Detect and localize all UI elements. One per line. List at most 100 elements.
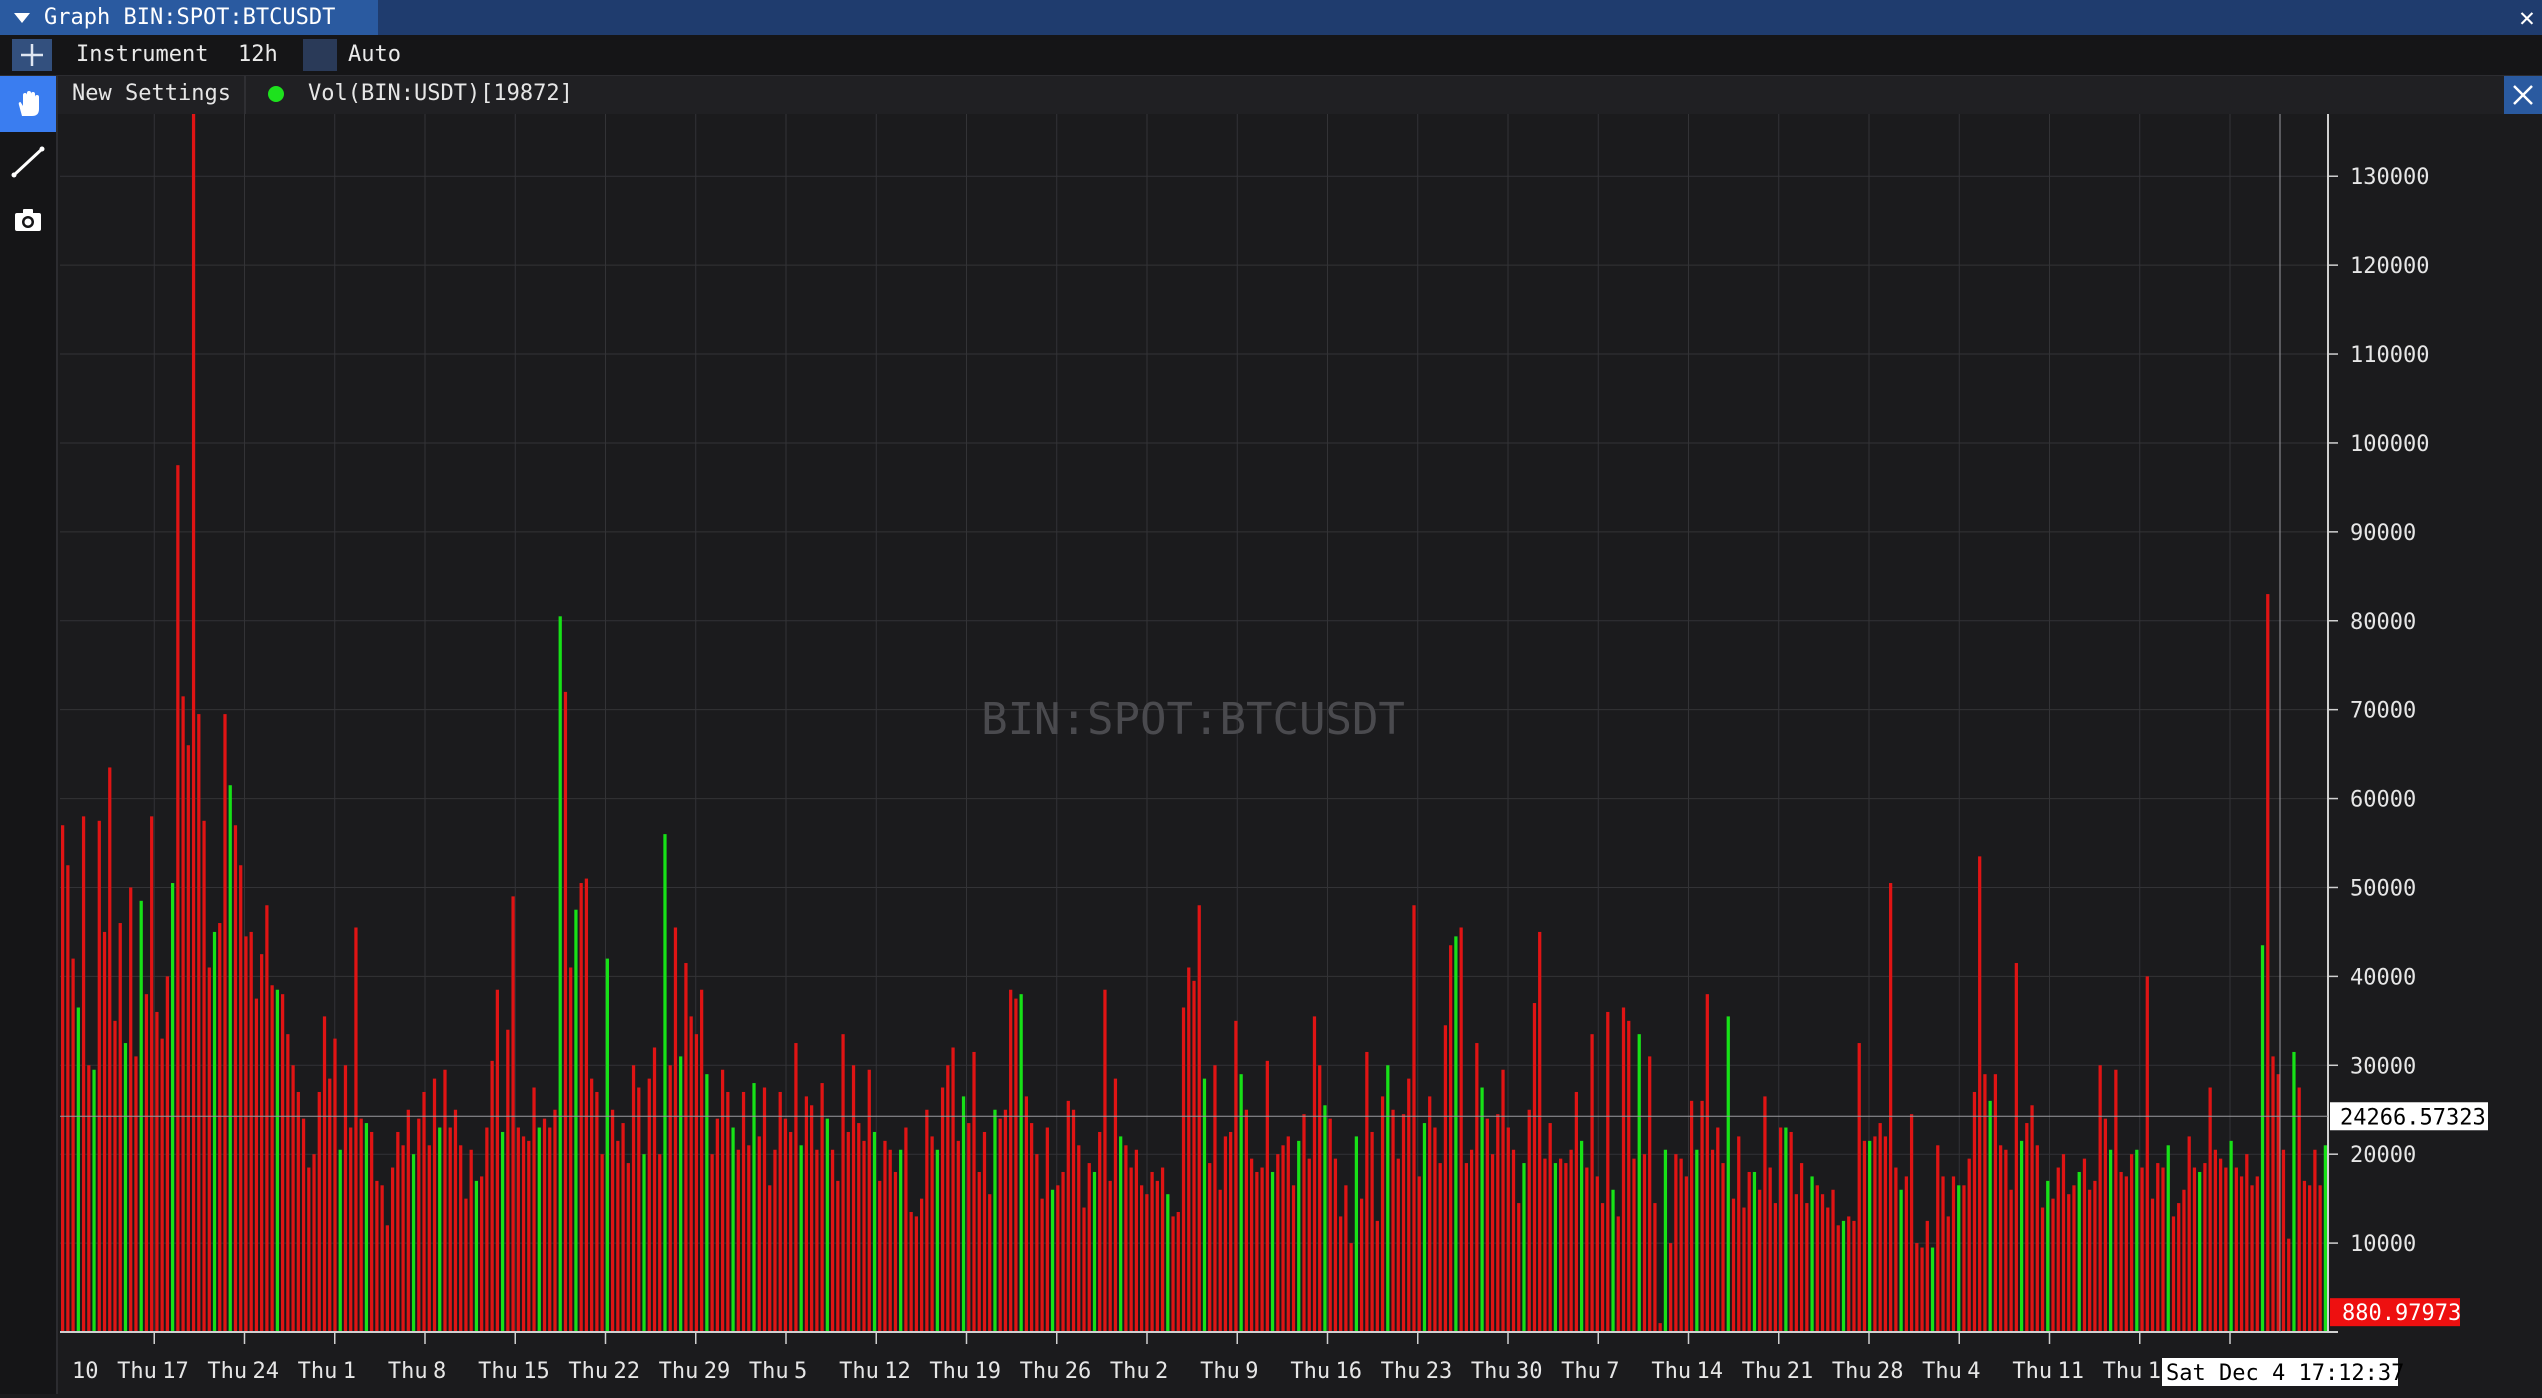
- volume-bar: [527, 1140, 531, 1332]
- volume-bar: [2156, 1163, 2160, 1332]
- volume-bar: [977, 1171, 981, 1332]
- chart-canvas[interactable]: BIN:SPOT:BTCUSDT 10000 20000 30000 40000 500…: [58, 114, 2542, 1394]
- volume-bar: [1522, 1163, 1526, 1332]
- x-tick-label: 9: [1245, 1359, 1258, 1384]
- collapse-triangle-icon[interactable]: [0, 0, 44, 35]
- volume-bar: [228, 785, 232, 1332]
- volume-chart[interactable]: BIN:SPOT:BTCUSDT 10000 20000 30000 40000 500…: [58, 114, 2542, 1398]
- volume-bar: [1056, 1185, 1060, 1332]
- volume-bar: [150, 816, 154, 1332]
- volume-bar: [1223, 1136, 1228, 1332]
- volume-bar: [1291, 1185, 1296, 1332]
- volume-bar: [1810, 1176, 1814, 1332]
- volume-bar: [1428, 1096, 1432, 1332]
- volume-bar: [1433, 1127, 1437, 1332]
- instrument-button[interactable]: Instrument: [76, 42, 208, 67]
- volume-bar: [1663, 1149, 1668, 1332]
- volume-bar: [2093, 1180, 2097, 1332]
- volume-bar: [1276, 1154, 1280, 1332]
- volume-bar: [2077, 1171, 2081, 1332]
- volume-bar: [1532, 1003, 1537, 1332]
- volume-bar: [1836, 1225, 1840, 1332]
- x-tick-label: 5: [794, 1359, 807, 1384]
- volume-bar: [1527, 1109, 1531, 1332]
- volume-bar: [422, 1091, 426, 1332]
- volume-bar: [223, 714, 227, 1332]
- screenshot-tool-button[interactable]: [0, 192, 56, 248]
- volume-bar: [1894, 1167, 1898, 1332]
- volume-bar: [155, 1011, 159, 1332]
- trendline-tool-button[interactable]: [0, 134, 56, 190]
- volume-bar: [1632, 1158, 1636, 1332]
- volume-bar: [1899, 1189, 1903, 1332]
- x-tick-label: 17: [162, 1359, 189, 1384]
- volume-bar: [1270, 1171, 1275, 1332]
- crosshair-time: Sat Dec 4 17:12:37: [2166, 1361, 2404, 1386]
- volume-bar: [2182, 1189, 2186, 1332]
- new-settings-button[interactable]: New Settings: [72, 81, 231, 106]
- volume-bar: [2040, 1207, 2045, 1332]
- auto-mode-button[interactable]: Auto: [348, 42, 401, 67]
- volume-bar: [1972, 1091, 1977, 1332]
- volume-bar: [176, 465, 180, 1332]
- window-close-button[interactable]: ✕: [2512, 0, 2542, 35]
- volume-bar: [1187, 967, 1191, 1332]
- volume-bar: [1737, 1136, 1741, 1332]
- mode-swatch[interactable]: [303, 39, 337, 71]
- x-tick-label: Thu: [1381, 1359, 1421, 1384]
- plus-icon: [21, 44, 43, 66]
- volume-bar: [967, 1123, 971, 1332]
- volume-bar: [181, 696, 185, 1332]
- x-tick-label: Thu: [1651, 1359, 1691, 1384]
- volume-bar: [1564, 1163, 1568, 1332]
- indicator-status-dot[interactable]: [268, 86, 284, 102]
- x-tick-label: Thu: [1561, 1359, 1601, 1384]
- volume-bar: [595, 1091, 599, 1332]
- volume-bar: [1077, 1145, 1081, 1332]
- indicator-close-button[interactable]: [2504, 76, 2542, 114]
- volume-bar: [1611, 1189, 1615, 1332]
- volume-bar: [1171, 1216, 1175, 1332]
- volume-bar: [1108, 1180, 1112, 1332]
- volume-bar: [1019, 994, 1023, 1332]
- volume-bar: [2051, 1198, 2055, 1332]
- pan-tool-button[interactable]: [0, 76, 56, 132]
- volume-bar: [626, 1163, 630, 1332]
- volume-bar: [464, 1198, 468, 1332]
- y-tick-label: 130000: [2350, 165, 2429, 190]
- volume-bar: [2302, 1180, 2307, 1332]
- volume-bar: [1794, 1194, 1798, 1332]
- volume-bar: [778, 1091, 782, 1332]
- volume-bar: [448, 1127, 452, 1332]
- volume-bar: [2166, 1145, 2170, 1332]
- volume-bar: [1386, 1065, 1390, 1332]
- volume-bar: [899, 1149, 903, 1332]
- volume-bar: [1412, 905, 1416, 1332]
- add-button[interactable]: [12, 39, 52, 71]
- volume-bar: [1930, 1247, 1935, 1332]
- volume-bar: [495, 989, 499, 1332]
- volume-bar: [2250, 1185, 2254, 1332]
- window-tab[interactable]: Graph BIN:SPOT:BTCUSDT: [0, 0, 378, 35]
- x-tick-label: Thu: [1200, 1359, 1240, 1384]
- volume-bar: [1689, 1100, 1694, 1332]
- y-tick-label: 110000: [2350, 343, 2429, 368]
- hand-icon: [18, 91, 39, 116]
- volume-bar: [333, 1038, 337, 1332]
- volume-bar: [2119, 1171, 2123, 1332]
- volume-bar: [1747, 1171, 1751, 1332]
- volume-bar: [1962, 1185, 1966, 1332]
- volume-bar: [668, 1065, 672, 1332]
- volume-bar: [1244, 1109, 1249, 1332]
- volume-bar: [1050, 1189, 1055, 1332]
- volume-bar: [1758, 1189, 1762, 1332]
- x-tick-label: 28: [1877, 1359, 1904, 1384]
- volume-bar: [2124, 1176, 2128, 1332]
- volume-bar: [1249, 1158, 1254, 1332]
- volume-bar: [2103, 1118, 2108, 1332]
- indicator-name[interactable]: Vol(BIN:USDT)[19872]: [308, 81, 573, 106]
- volume-bar: [1349, 1243, 1353, 1332]
- volume-bar: [218, 923, 222, 1332]
- volume-bar: [658, 1154, 662, 1332]
- interval-button[interactable]: 12h: [238, 42, 278, 67]
